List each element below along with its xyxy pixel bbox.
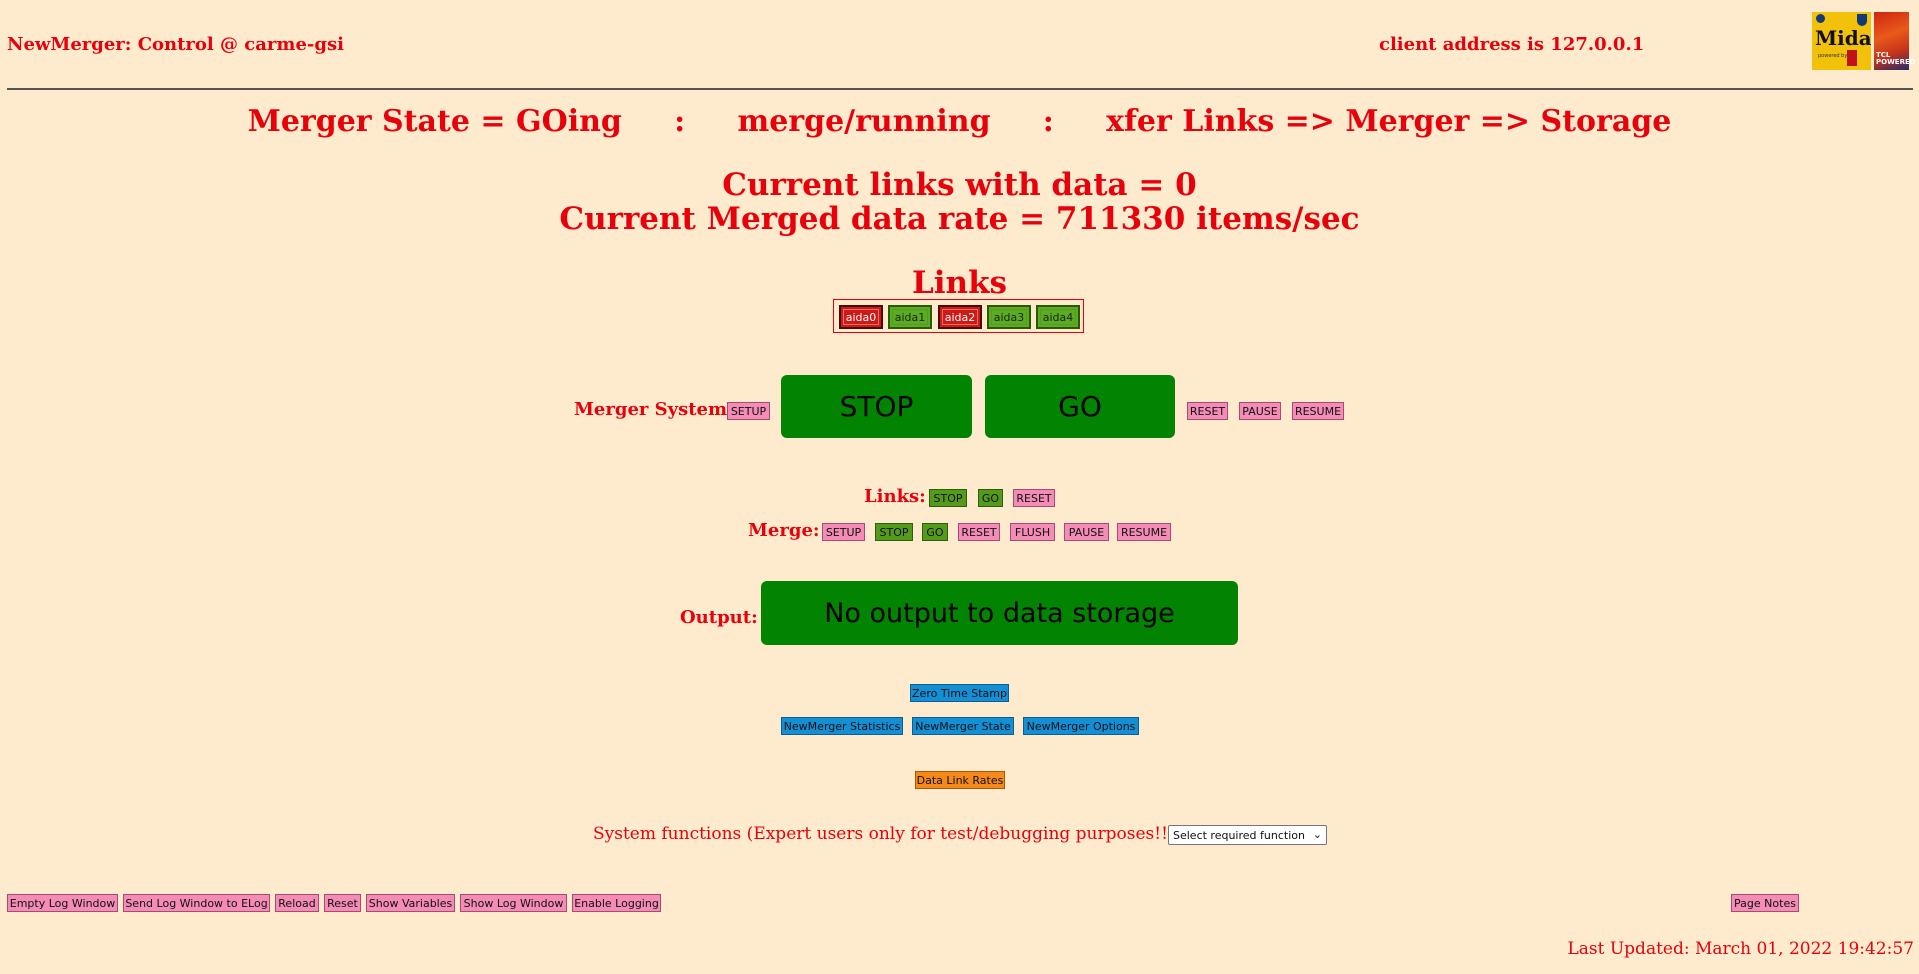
links-title: Links — [911, 265, 1008, 301]
links-reset-button[interactable]: RESET — [1013, 489, 1055, 507]
tcl-logo[interactable]: TCL POWERED — [1874, 12, 1916, 70]
state-separator: : — [674, 104, 686, 139]
links-go-button[interactable]: GO — [978, 489, 1003, 507]
newmerger-options-button[interactable]: NewMerger Options — [1023, 717, 1139, 735]
link-aida4-button[interactable]: aida4 — [1036, 305, 1080, 329]
reload-button[interactable]: Reload — [275, 894, 319, 912]
merger-resume-button[interactable]: RESUME — [1292, 402, 1344, 420]
link-aida3-button[interactable]: aida3 — [987, 305, 1031, 329]
merger-stop-button[interactable]: STOP — [781, 375, 972, 438]
midas-logo-subtext: powered by — [1818, 53, 1848, 59]
midas-shield-icon — [1857, 14, 1867, 26]
last-updated: Last Updated: March 01, 2022 19:42:57 — [1567, 939, 1914, 959]
merger-state: Merger State = GOing — [247, 104, 622, 139]
client-address: client address is 127.0.0.1 — [1379, 34, 1645, 55]
system-function-select[interactable]: Select required function ⌄ — [1168, 825, 1327, 845]
link-aida0-button[interactable]: aida0 — [839, 305, 883, 329]
page-title: NewMerger: Control @ carme-gsi — [7, 34, 344, 55]
merger-pause-button[interactable]: PAUSE — [1239, 402, 1281, 420]
empty-log-window-button[interactable]: Empty Log Window — [7, 894, 118, 912]
merge-reset-button[interactable]: RESET — [958, 523, 1000, 541]
reset-button[interactable]: Reset — [324, 894, 361, 912]
zero-time-stamp-button[interactable]: Zero Time Stamp — [910, 684, 1009, 702]
link-aida2-button[interactable]: aida2 — [938, 305, 982, 329]
header-divider — [7, 88, 1913, 90]
page-notes-button[interactable]: Page Notes — [1731, 894, 1799, 912]
merge-flush-button[interactable]: FLUSH — [1010, 523, 1055, 541]
midas-red-mark-icon — [1847, 50, 1857, 66]
tcl-logo-text: TCL POWERED — [1876, 51, 1916, 66]
output-label: Output: — [680, 607, 758, 628]
link-aida1-button[interactable]: aida1 — [888, 305, 932, 329]
newmerger-statistics-button[interactable]: NewMerger Statistics — [781, 717, 903, 735]
enable-logging-button[interactable]: Enable Logging — [572, 894, 661, 912]
merge-go-button[interactable]: GO — [922, 523, 948, 541]
merge-pause-button[interactable]: PAUSE — [1064, 523, 1109, 541]
midas-star-icon — [1816, 14, 1825, 23]
midas-logo-text: Midas — [1815, 26, 1871, 50]
merge-controls-label: Merge: — [748, 520, 820, 541]
system-functions-label: System functions (Expert users only for … — [593, 824, 1182, 844]
xfer-path: xfer Links => Merger => Storage — [1106, 104, 1672, 139]
merged-data-rate: Current Merged data rate = 711330 items/… — [559, 201, 1360, 237]
show-log-window-button[interactable]: Show Log Window — [460, 894, 567, 912]
merger-state-line: Merger State = GOing : merge/running : x… — [0, 104, 1919, 139]
merger-go-button[interactable]: GO — [985, 375, 1175, 438]
send-log-to-elog-button[interactable]: Send Log Window to ELog — [123, 894, 270, 912]
output-storage-button[interactable]: No output to data storage — [761, 581, 1238, 645]
merge-setup-button[interactable]: SETUP — [822, 523, 865, 541]
merge-stop-button[interactable]: STOP — [875, 523, 913, 541]
logos: Midas powered by TCL POWERED — [1812, 12, 1916, 70]
merger-mode: merge/running — [737, 104, 991, 139]
merger-system-label: Merger System: — [574, 399, 734, 420]
merge-resume-button[interactable]: RESUME — [1117, 523, 1171, 541]
chevron-down-icon: ⌄ — [1312, 828, 1322, 841]
data-link-rates-button[interactable]: Data Link Rates — [915, 771, 1005, 789]
links-panel: aida0 aida1 aida2 aida3 aida4 — [833, 299, 1084, 333]
state-separator: : — [1042, 104, 1054, 139]
merger-reset-button[interactable]: RESET — [1187, 402, 1228, 420]
newmerger-state-button[interactable]: NewMerger State — [912, 717, 1014, 735]
links-with-data: Current links with data = 0 — [722, 167, 1197, 203]
system-function-select-value: Select required function — [1173, 828, 1305, 842]
midas-logo[interactable]: Midas powered by — [1812, 12, 1871, 70]
links-stop-button[interactable]: STOP — [929, 489, 967, 507]
show-variables-button[interactable]: Show Variables — [366, 894, 455, 912]
merger-setup-button[interactable]: SETUP — [727, 402, 770, 420]
links-controls-label: Links: — [864, 486, 926, 507]
